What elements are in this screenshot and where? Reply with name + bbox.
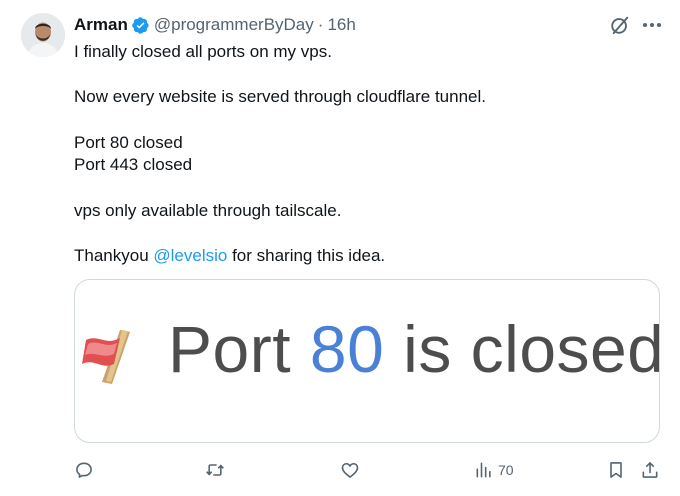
views-button[interactable]: 70 (474, 455, 514, 485)
tweet-header: Arman @programmerByDay · 16h (74, 14, 356, 36)
like-button[interactable] (340, 455, 360, 485)
views-icon (476, 462, 491, 478)
tweet-line: I finally closed all ports on my vps. (74, 42, 332, 61)
grok-icon[interactable] (609, 14, 631, 36)
bookmark-button[interactable] (606, 455, 626, 485)
tweet-line: Port 80 closed (74, 132, 183, 152)
tweet-line-suffix: for sharing this idea. (227, 246, 386, 266)
avatar-image (21, 13, 65, 57)
media-card[interactable]: Port 80 is closed (74, 279, 660, 443)
media-caption-word: Port (168, 312, 292, 386)
media-caption-number: 80 (309, 312, 385, 386)
mention-link[interactable]: @levelsio (153, 246, 227, 265)
author-name[interactable]: Arman (74, 15, 128, 35)
tweet-time[interactable]: 16h (327, 15, 355, 35)
views-count: 70 (498, 462, 514, 478)
action-bar: 70 (0, 455, 680, 485)
reply-button[interactable] (74, 455, 94, 485)
bookmark-icon (610, 462, 622, 478)
tweet-line: Thankyou @levelsio for sharing this idea… (74, 245, 654, 268)
author-handle[interactable]: @programmerByDay (154, 15, 314, 35)
avatar[interactable] (21, 13, 65, 57)
media-caption: Port 80 is closed (168, 299, 660, 399)
verified-badge-icon (132, 16, 149, 34)
tweet-line: Port 443 closed (74, 155, 193, 175)
share-icon (642, 462, 658, 478)
red-flag-icon (82, 330, 130, 384)
more-options-icon[interactable] (640, 14, 664, 36)
header-separator: · (317, 15, 324, 34)
tweet-text: I finally closed all ports on my vps. No… (74, 41, 654, 268)
retweet-icon (206, 464, 224, 476)
media-caption-word: is closed (403, 312, 660, 386)
like-icon (341, 462, 359, 478)
reply-icon (76, 462, 92, 478)
tweet-line: Now every website is served through clou… (74, 87, 486, 107)
share-button[interactable] (640, 455, 660, 485)
tweet-line-prefix: Thankyou (74, 246, 154, 266)
tweet-line: vps only available through tailscale. (74, 200, 342, 220)
retweet-button[interactable] (205, 455, 225, 485)
